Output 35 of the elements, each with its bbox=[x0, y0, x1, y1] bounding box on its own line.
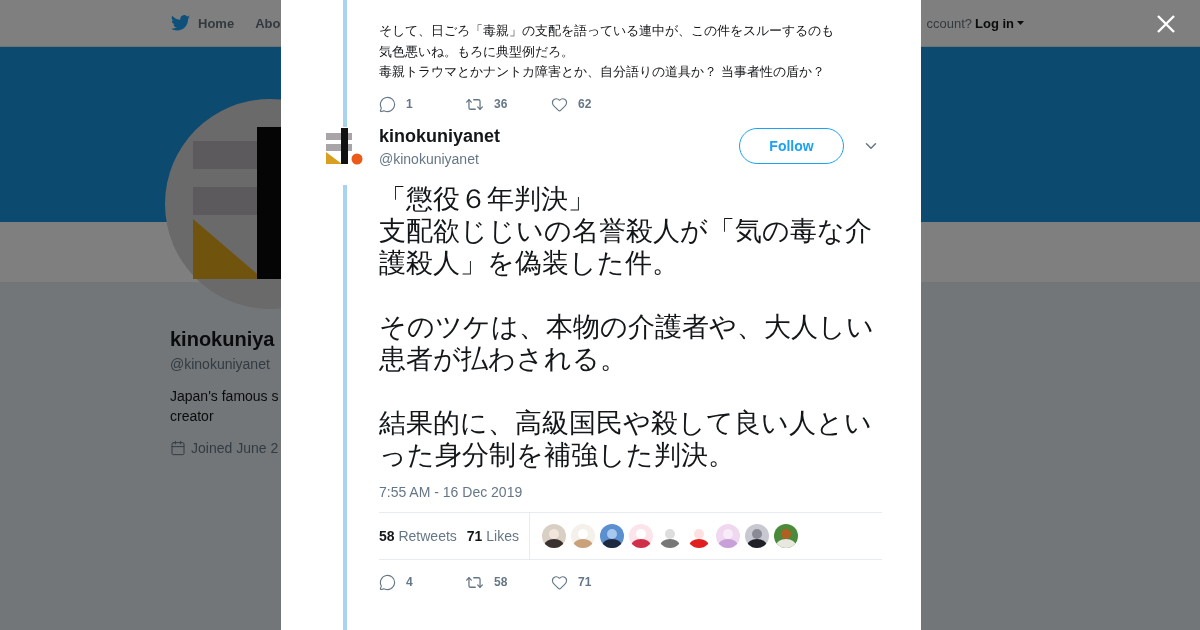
tweet-text: そのツケは、本物の介護者や、大人しい患者が払わされる。 bbox=[379, 310, 875, 375]
retweet-button[interactable]: 58 bbox=[465, 572, 511, 592]
profile-bio: Japan's famous s creator bbox=[170, 387, 279, 426]
reply-button[interactable]: 1 bbox=[379, 94, 425, 114]
caret-icon bbox=[1017, 21, 1024, 25]
heart-icon bbox=[551, 573, 568, 591]
about-link[interactable]: Abo bbox=[255, 15, 281, 31]
reply-icon bbox=[379, 95, 396, 113]
heart-icon bbox=[551, 95, 568, 113]
account-prompt: ccount? bbox=[926, 15, 972, 31]
tweet-text: 「懲役６年判決」 bbox=[379, 182, 595, 215]
tweet-text: 気色悪いね。もろに典型例だろ。 bbox=[379, 42, 575, 61]
tweet-text: 毒親トラウマとかナントカ障害とか、自分語りの道具か？ 当事者性の盾か？ bbox=[379, 63, 826, 81]
retweet-button[interactable]: 36 bbox=[465, 94, 511, 114]
follow-button[interactable]: Follow bbox=[739, 128, 844, 164]
join-date: Joined June 2 bbox=[170, 440, 279, 456]
tweet-text: そして、日ごろ「毒親」の支配を語っている連中が、この件をスルーするのも bbox=[379, 22, 835, 40]
tweet-timestamp: 7:55 AM - 16 Dec 2019 bbox=[379, 483, 524, 500]
tweet-text: 支配欲じじいの名誉殺人が「気の毒な介護殺人」を偽装した件。 bbox=[379, 214, 873, 279]
calendar-icon bbox=[170, 440, 186, 456]
like-button[interactable]: 62 bbox=[551, 94, 597, 114]
reply-button[interactable]: 4 bbox=[379, 572, 425, 592]
reply-icon bbox=[379, 573, 396, 591]
tweet-text: 結果的に、高級国民や殺して良い人といった身分制を補強した判決。 bbox=[379, 406, 873, 471]
profile-name: kinokuniya bbox=[170, 328, 275, 351]
home-link[interactable]: Home bbox=[171, 15, 235, 31]
profile-handle: @kinokuniyanet bbox=[170, 356, 270, 372]
stat-count[interactable]: 58 Retweets bbox=[379, 527, 457, 544]
bird-icon bbox=[171, 15, 190, 31]
like-button[interactable]: 71 bbox=[551, 572, 597, 592]
user-name: kinokuniyanet bbox=[379, 125, 501, 147]
login-link[interactable]: Log in bbox=[975, 15, 1024, 31]
stat-count[interactable]: 71 Likes bbox=[466, 527, 519, 544]
user-avatar bbox=[326, 127, 363, 165]
user-handle: @kinokuniyanet bbox=[379, 150, 480, 167]
